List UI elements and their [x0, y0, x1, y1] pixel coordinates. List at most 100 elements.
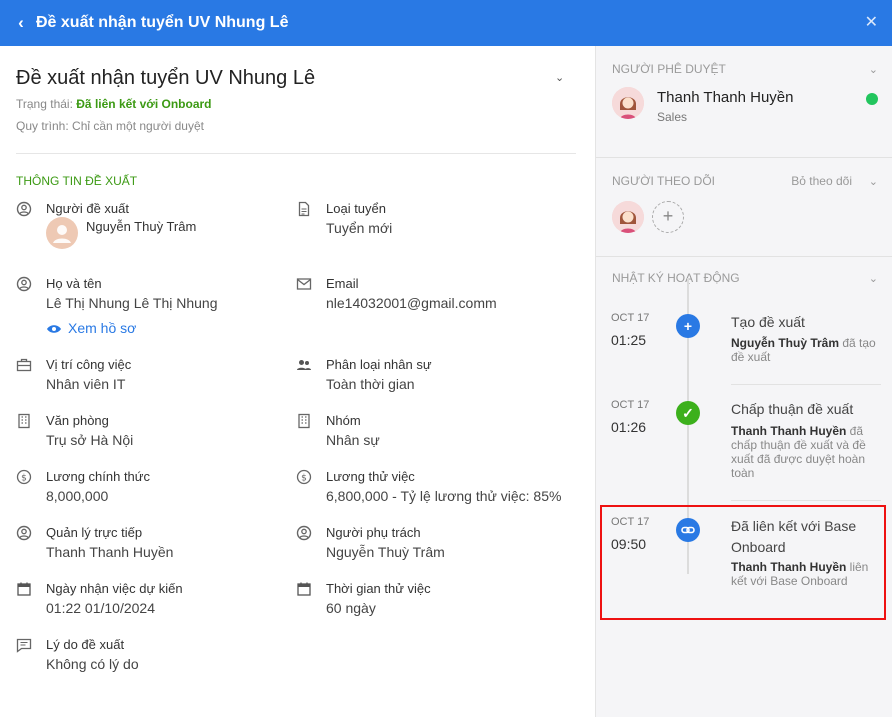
avatar [612, 201, 644, 233]
status-line: Trạng thái: Đã liên kết với Onboard [16, 97, 212, 111]
activity-date: OCT 17 [611, 399, 650, 411]
field-value: Nguyễn Thuỳ Trâm [326, 544, 445, 560]
field-label: Văn phòng [46, 413, 109, 428]
field-hire-type: Loại tuyển Tuyển mới [296, 201, 566, 241]
highlight-box [600, 505, 886, 620]
status-badge: Đã liên kết với Onboard [76, 97, 212, 111]
field-label: Lương chính thức [46, 469, 150, 484]
plus-icon: + [676, 314, 700, 338]
field-group: Nhóm Nhân sự [296, 413, 566, 453]
field-value: Nhân sự [326, 432, 380, 448]
user-circle-icon [296, 525, 312, 541]
approver-role: Sales [657, 110, 688, 124]
divider [596, 256, 892, 257]
field-manager: Quản lý trực tiếp Thanh Thanh Huyền [16, 525, 286, 565]
proposal-detail: Đề xuất nhận tuyển UV Nhung Lê ⌄ Trạng t… [0, 46, 595, 717]
chevron-down-icon[interactable]: ⌄ [869, 63, 878, 76]
followers-title: NGƯỜI THEO DÕI [612, 174, 715, 188]
document-icon [298, 201, 310, 217]
field-value: nle14032001@gmail.comm [326, 295, 497, 311]
field-reason: Lý do đề xuất Không có lý do [16, 637, 286, 677]
header-title: Đề xuất nhận tuyển UV Nhung Lê [36, 14, 289, 31]
field-label: Vị trí công việc [46, 357, 132, 372]
add-follower-button[interactable]: + [652, 201, 684, 233]
avatar [612, 87, 644, 119]
field-value: 01:22 01/10/2024 [46, 600, 155, 616]
approvers-title: NGƯỜI PHÊ DUYỆT [612, 62, 726, 76]
field-label: Quản lý trực tiếp [46, 525, 143, 540]
comment-icon [16, 638, 32, 653]
field-value: Nhân viên IT [46, 376, 126, 392]
activity-title: NHẬT KÝ HOẠT ĐỘNG [612, 271, 740, 285]
chevron-down-icon[interactable]: ⌄ [555, 71, 564, 84]
field-label: Lương thử việc [326, 469, 415, 484]
dollar-icon: $ [296, 469, 312, 485]
users-icon [297, 360, 311, 370]
activity-time: 01:25 [611, 332, 647, 348]
field-position: Vị trí công việc Nhân viên IT [16, 357, 286, 397]
chevron-down-icon[interactable]: ⌄ [869, 272, 878, 285]
building-icon [298, 413, 310, 429]
approver-name: Thanh Thanh Huyền [657, 89, 794, 106]
field-label: Thời gian thử việc [326, 581, 431, 596]
user-circle-icon [16, 276, 32, 292]
field-label: Ngày nhận việc dự kiến [46, 581, 183, 596]
chevron-left-icon[interactable]: ‹ [0, 13, 36, 33]
field-label: Phân loại nhân sự [326, 357, 432, 372]
divider [731, 500, 881, 501]
field-full-name: Họ và tên Lê Thị Nhung Lê Thị Nhung Xem … [16, 276, 286, 338]
user-circle-icon [16, 201, 32, 217]
view-profile-link[interactable]: Xem hồ sơ [46, 320, 136, 336]
field-label: Người đề xuất [46, 201, 129, 216]
activity-title: Tạo đề xuất [731, 314, 805, 330]
field-label: Email [326, 276, 359, 291]
building-icon [18, 413, 30, 429]
activity-date: OCT 17 [611, 312, 650, 324]
field-label: Loại tuyển [326, 201, 386, 216]
chevron-down-icon[interactable]: ⌄ [869, 175, 878, 188]
online-status-dot [866, 93, 878, 105]
svg-text:$: $ [301, 474, 307, 484]
dollar-icon: $ [16, 469, 32, 485]
field-value: Trụ sở Hà Nội [46, 432, 134, 448]
field-salary: $ Lương chính thức 8,000,000 [16, 469, 286, 509]
section-title: THÔNG TIN ĐỀ XUẤT [16, 174, 138, 188]
field-value: 60 ngày [326, 600, 376, 616]
mail-icon [296, 278, 312, 290]
field-value: Tuyển mới [326, 220, 393, 236]
activity-title: Chấp thuận đề xuất [731, 401, 854, 417]
status-label: Trạng thái: [16, 97, 77, 111]
field-value: Toàn thời gian [326, 376, 415, 392]
svg-text:$: $ [21, 474, 27, 484]
unfollow-button[interactable]: Bỏ theo dõi [791, 174, 852, 188]
field-staff-type: Phân loại nhân sự Toàn thời gian [296, 357, 566, 397]
field-label: Họ và tên [46, 276, 102, 291]
activity-description: Thanh Thanh Huyền đã chấp thuận đề xuất … [731, 424, 881, 480]
field-value: 8,000,000 [46, 488, 109, 504]
calendar-icon [17, 582, 31, 596]
field-probation-salary: $ Lương thử việc 6,800,000 - Tỷ lệ lương… [296, 469, 566, 509]
divider [731, 384, 881, 385]
field-email: Email nle14032001@gmail.comm [296, 276, 566, 316]
field-value: Thanh Thanh Huyền [46, 544, 174, 560]
avatar [46, 217, 78, 249]
user-circle-icon [16, 525, 32, 541]
field-owner: Người phụ trách Nguyễn Thuỳ Trâm [296, 525, 566, 565]
field-label: Người phụ trách [326, 525, 421, 540]
page-title: Đề xuất nhận tuyển UV Nhung Lê [16, 67, 316, 89]
briefcase-icon [16, 358, 32, 372]
divider [16, 153, 576, 154]
close-icon[interactable]: ✕ [865, 12, 878, 32]
field-value: Lê Thị Nhung Lê Thị Nhung [46, 295, 218, 311]
divider [596, 157, 892, 158]
activity-time: 01:26 [611, 419, 647, 435]
field-label: Nhóm [326, 413, 361, 428]
field-value: Không có lý do [46, 656, 139, 672]
field-proposer: Người đề xuất Nguyễn Thuỳ Trâm [16, 201, 286, 253]
field-probation-time: Thời gian thử việc 60 ngày [296, 581, 566, 621]
view-profile-label: Xem hồ sơ [68, 320, 137, 336]
check-icon: ✓ [676, 401, 700, 425]
field-start-date: Ngày nhận việc dự kiến 01:22 01/10/2024 [16, 581, 286, 621]
activity-actor: Thanh Thanh Huyền [731, 424, 847, 438]
proposer-name: Nguyễn Thuỳ Trâm [86, 219, 197, 234]
